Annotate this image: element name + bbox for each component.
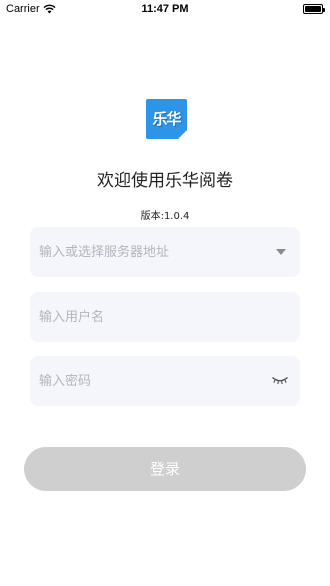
server-address-input[interactable] bbox=[39, 227, 259, 277]
status-bar: Carrier 11:47 PM bbox=[0, 0, 330, 18]
clock: 11:47 PM bbox=[141, 3, 189, 15]
app-logo: 乐华 bbox=[146, 99, 187, 139]
welcome-title: 欢迎使用乐华阅卷 bbox=[97, 171, 233, 191]
password-field[interactable] bbox=[30, 356, 300, 406]
username-field[interactable] bbox=[30, 292, 300, 342]
password-input[interactable] bbox=[39, 356, 259, 406]
dropdown-arrow-icon[interactable] bbox=[276, 249, 286, 255]
logo-text: 乐华 bbox=[152, 110, 181, 128]
logo-corner-fold bbox=[178, 130, 187, 139]
login-button[interactable]: 登录 bbox=[24, 447, 306, 491]
eye-closed-icon[interactable] bbox=[271, 374, 289, 386]
version-label: 版本:1.0.4 bbox=[140, 211, 190, 222]
battery-icon bbox=[303, 4, 325, 14]
username-input[interactable] bbox=[39, 292, 259, 342]
server-address-field[interactable] bbox=[30, 227, 300, 277]
